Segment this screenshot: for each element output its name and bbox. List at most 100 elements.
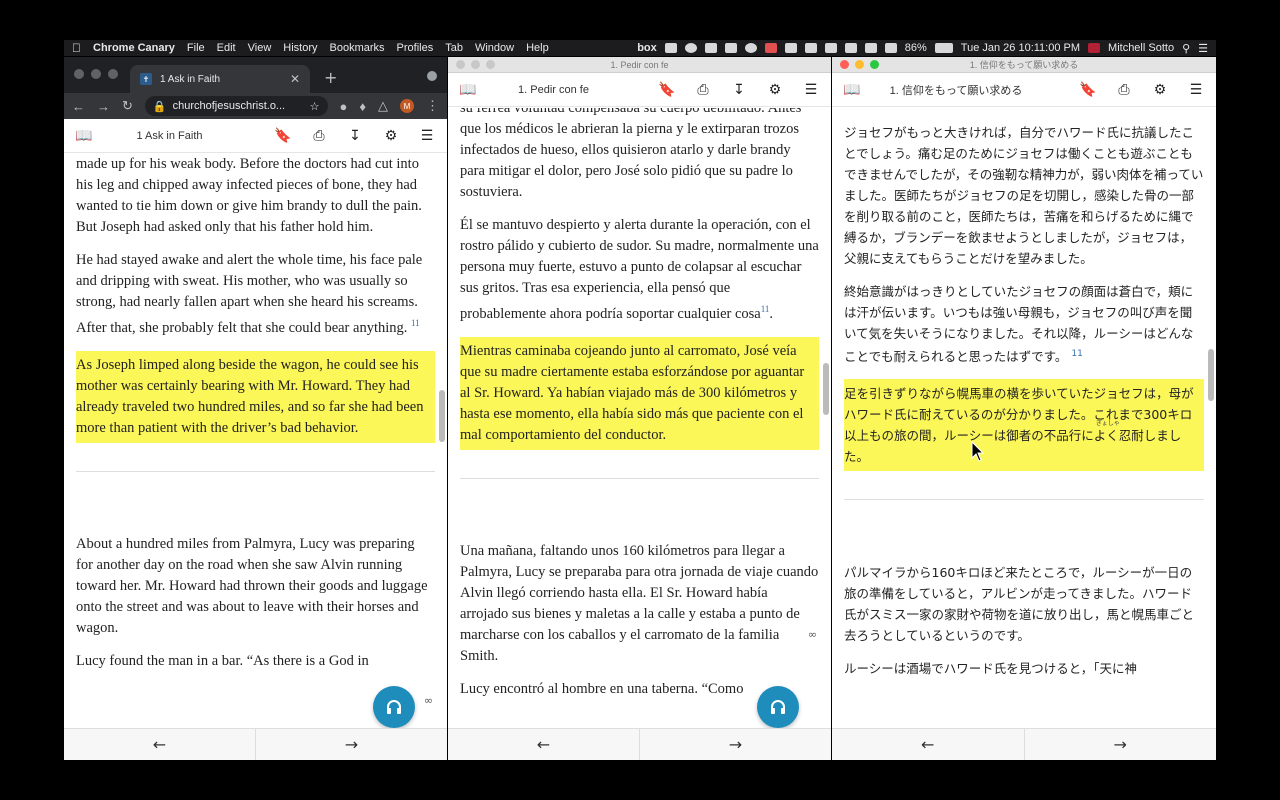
calendar-icon[interactable]: [724, 43, 737, 53]
download-icon[interactable]: ↧: [347, 127, 363, 144]
next-page-button[interactable]: →: [1025, 729, 1217, 760]
minimize-window-button[interactable]: [471, 60, 480, 69]
scrollbar-thumb[interactable]: [823, 363, 829, 415]
menu-window[interactable]: Window: [475, 42, 514, 54]
menu-tab[interactable]: Tab: [445, 42, 463, 54]
previous-page-button[interactable]: ←: [64, 729, 256, 760]
window-titlebar[interactable]: 1. 信仰をもって願い求める: [832, 57, 1216, 73]
datetime[interactable]: Tue Jan 26 10:11:00 PM: [961, 42, 1080, 54]
download-icon[interactable]: ↧: [731, 81, 747, 98]
page-nav-footer: ← →: [832, 728, 1216, 760]
book-icon[interactable]: 📖: [75, 127, 92, 144]
display-icon[interactable]: [804, 43, 817, 53]
five-icon[interactable]: [784, 43, 797, 53]
print-icon[interactable]: ⎙: [695, 81, 711, 98]
previous-page-button[interactable]: ←: [448, 729, 640, 760]
sync-icon[interactable]: [684, 43, 697, 53]
next-page-button[interactable]: →: [256, 729, 447, 760]
scrollbar-thumb[interactable]: [1208, 349, 1214, 401]
contents-list-icon[interactable]: ☰: [419, 127, 435, 144]
highlighted-paragraph[interactable]: As Joseph limped along beside the wagon,…: [76, 350, 435, 443]
menu-history[interactable]: History: [283, 42, 317, 54]
next-page-button[interactable]: →: [640, 729, 831, 760]
paragraph: su férrea voluntad compensaba su cuerpo …: [460, 108, 802, 200]
menu-help[interactable]: Help: [526, 42, 549, 54]
lock-icon[interactable]: [764, 43, 777, 53]
puzzle-icon[interactable]: ♦: [359, 99, 366, 114]
menu-view[interactable]: View: [248, 42, 272, 54]
zoom-window-button[interactable]: [486, 60, 495, 69]
back-icon[interactable]: ←: [72, 99, 85, 114]
spotlight-search-icon[interactable]: ⚲: [1182, 42, 1190, 55]
address-bar[interactable]: 🔒 churchofjesuschrist.o... ☆: [144, 96, 328, 116]
bookmark-icon[interactable]: 🔖: [1079, 81, 1096, 98]
new-tab-button[interactable]: +: [324, 68, 337, 87]
profile-avatar[interactable]: M: [400, 99, 414, 113]
block-icon[interactable]: [744, 43, 757, 53]
apple-icon[interactable]: : [72, 41, 81, 55]
settings-gear-icon[interactable]: ⚙: [383, 127, 399, 144]
bookmark-icon[interactable]: 🔖: [658, 81, 675, 98]
zoom-window-button[interactable]: [870, 60, 879, 69]
close-tab-icon[interactable]: ✕: [290, 72, 300, 86]
box-icon[interactable]: box: [637, 42, 657, 54]
user-name[interactable]: Mitchell Sotto: [1108, 42, 1174, 54]
minimize-window-button[interactable]: [855, 60, 864, 69]
infinity-icon: ∞: [807, 628, 817, 641]
scrollbar-thumb[interactable]: [439, 390, 445, 442]
contents-list-icon[interactable]: ☰: [1188, 81, 1204, 98]
window-titlebar[interactable]: 1. Pedir con fe: [448, 57, 831, 73]
close-window-button[interactable]: [74, 69, 84, 79]
forward-icon[interactable]: →: [97, 99, 110, 114]
highlighted-paragraph[interactable]: 足を引きずりながら幌馬車の横を歩いていたジョセフは，母がハワード氏に耐えているの…: [844, 379, 1204, 472]
airplay-icon[interactable]: [824, 43, 837, 53]
previous-page-button[interactable]: ←: [832, 729, 1025, 760]
bookmark-icon[interactable]: 🔖: [274, 127, 291, 144]
reader-toolbar: 📖 1 Ask in Faith 🔖 ⎙ ↧ ⚙ ☰: [64, 119, 447, 153]
zoom-window-button[interactable]: [108, 69, 118, 79]
minimize-window-button[interactable]: [91, 69, 101, 79]
footnote-link[interactable]: 11: [411, 318, 420, 328]
audio-player-button[interactable]: [373, 686, 415, 728]
app-name[interactable]: Chrome Canary: [93, 42, 175, 54]
footnote-link[interactable]: 11: [1071, 349, 1082, 359]
menu-edit[interactable]: Edit: [217, 42, 236, 54]
reload-icon[interactable]: ↻: [122, 98, 133, 114]
paragraph: ジョセフがもっと大きければ，自分でハワード氏に抗議したことでしょう。痛む足のため…: [844, 125, 1204, 266]
highlighted-paragraph[interactable]: Mientras caminaba cojeando junto al carr…: [460, 336, 819, 450]
cloud-icon[interactable]: [704, 43, 717, 53]
section-divider: [460, 477, 819, 479]
audio-player-button[interactable]: [757, 686, 799, 728]
contents-list-icon[interactable]: ☰: [803, 81, 819, 98]
control-center-icon[interactable]: ☰: [1198, 42, 1208, 55]
volume-icon[interactable]: [884, 43, 897, 53]
book-icon[interactable]: 📖: [459, 81, 476, 98]
browser-tab[interactable]: ✝ 1 Ask in Faith ✕: [130, 65, 310, 93]
ruby-annotation: ぎょしゃ: [1096, 420, 1120, 428]
battery-icon[interactable]: [934, 43, 953, 53]
settings-gear-icon[interactable]: ⚙: [767, 81, 783, 98]
reader-title: 1. Pedir con fe: [518, 83, 589, 96]
close-window-button[interactable]: [456, 60, 465, 69]
bluetooth-icon[interactable]: [844, 43, 857, 53]
flask-icon[interactable]: △: [378, 98, 388, 114]
wifi-icon[interactable]: [864, 43, 877, 53]
print-icon[interactable]: ⎙: [1116, 81, 1132, 98]
menu-file[interactable]: File: [187, 42, 205, 54]
menu-dots-icon[interactable]: ⋮: [426, 98, 439, 114]
tab-search-button[interactable]: [427, 71, 437, 81]
extension-icon[interactable]: ●: [340, 99, 348, 114]
bookmark-star-icon[interactable]: ☆: [310, 100, 320, 113]
settings-gear-icon[interactable]: ⚙: [1152, 81, 1168, 98]
reader-toolbar: 📖 1. Pedir con fe 🔖 ⎙ ↧ ⚙ ☰: [448, 73, 831, 107]
book-icon[interactable]: 📖: [843, 81, 860, 98]
close-window-button[interactable]: [840, 60, 849, 69]
menu-profiles[interactable]: Profiles: [397, 42, 434, 54]
reader-content: made up for his weak body. Before the do…: [64, 154, 447, 722]
flag-icon[interactable]: [1088, 43, 1101, 53]
footnote-link[interactable]: 11: [761, 304, 770, 314]
print-icon[interactable]: ⎙: [311, 127, 327, 144]
cloud-upload-icon[interactable]: [664, 43, 677, 53]
menu-bookmarks[interactable]: Bookmarks: [330, 42, 385, 54]
infinity-icon: ∞: [423, 694, 433, 707]
